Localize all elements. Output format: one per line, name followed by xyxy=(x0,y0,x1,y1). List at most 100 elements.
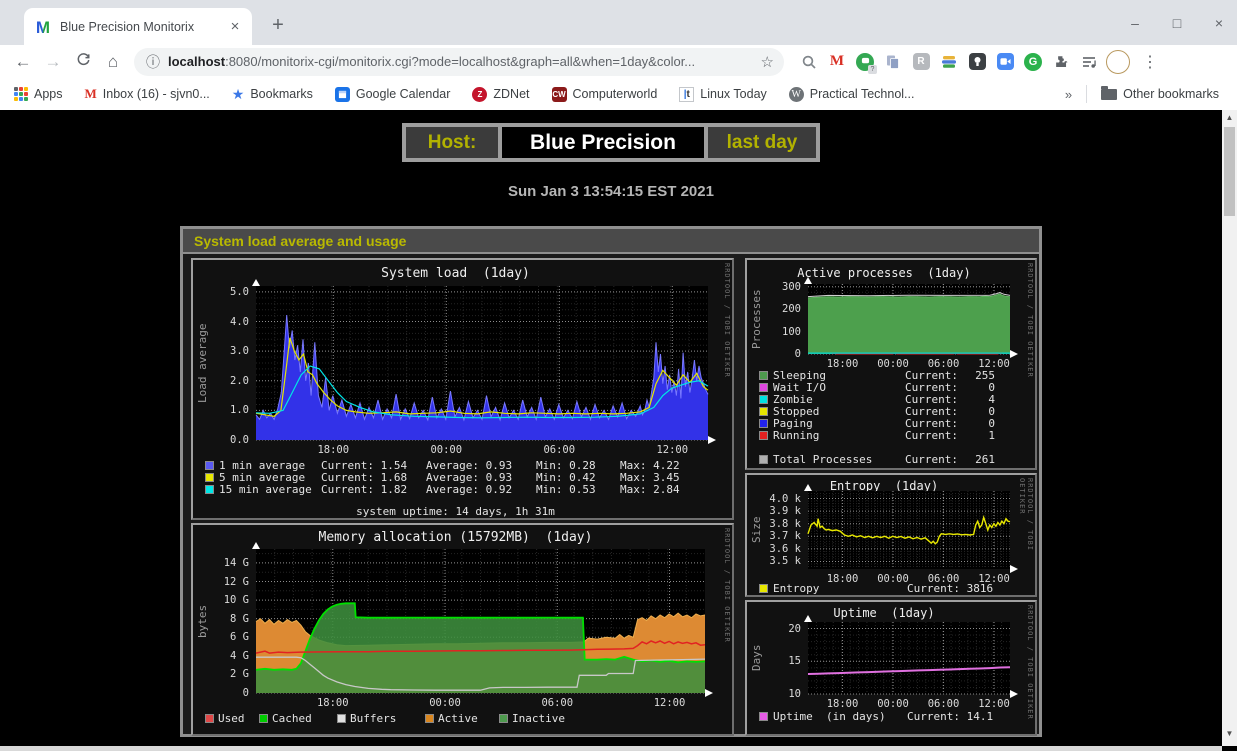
rrdtool-watermark: RRDTOOL / TOBI OETIKER xyxy=(723,263,731,515)
x-tick-label: 06:00 xyxy=(921,698,967,710)
legend-total-value: 261 xyxy=(965,453,995,466)
y-tick-label: 0 xyxy=(747,348,801,360)
x-tick-label: 00:00 xyxy=(870,698,916,710)
processes-plot xyxy=(808,284,1010,354)
reload-button[interactable] xyxy=(68,52,98,72)
time-range-label: last day xyxy=(706,125,818,160)
memory-allocation-graph-panel[interactable]: RRDTOOL / TOBI OETIKERMemory allocation … xyxy=(191,523,734,736)
bookmark-practical-technology[interactable]: W Practical Technol... xyxy=(789,87,915,102)
pocket-lamp-extension-icon[interactable] xyxy=(966,51,988,73)
zdnet-icon: Z xyxy=(472,87,487,102)
scrollbar-down-icon[interactable]: ▼ xyxy=(1222,726,1237,741)
y-tick-label: 6 G xyxy=(193,631,249,643)
y-axis-label: Processes xyxy=(750,284,763,354)
legend-stat: Max: 2.84 xyxy=(620,483,680,496)
legend-series-label: Entropy xyxy=(773,582,819,595)
next-section-edge xyxy=(0,746,1222,751)
search-extension-icon[interactable] xyxy=(798,51,820,73)
rrdtool-watermark: RRDTOOL / TOBI OETIKER xyxy=(723,528,731,731)
gmail-icon: M xyxy=(85,86,97,102)
page-scrollbar[interactable]: ▲ ▼ xyxy=(1222,110,1237,746)
grammarly-extension-icon[interactable]: G xyxy=(1022,51,1044,73)
legend-swatch xyxy=(759,395,768,404)
r-extension-icon[interactable]: R xyxy=(910,51,932,73)
bookmark-bookmarks[interactable]: ★ Bookmarks xyxy=(232,86,313,103)
bookmark-google-calendar[interactable]: Google Calendar xyxy=(335,87,451,102)
close-icon[interactable]: × xyxy=(1211,15,1227,31)
y-tick-label: 14 G xyxy=(193,557,249,569)
gmail-extension-icon[interactable]: M xyxy=(826,51,848,73)
x-tick-label: 00:00 xyxy=(422,697,468,709)
home-button[interactable]: ⌂ xyxy=(98,52,128,72)
y-tick-label: 4 G xyxy=(193,650,249,662)
google-voice-extension-icon[interactable]: ? xyxy=(854,51,876,73)
library-books-extension-icon[interactable] xyxy=(938,51,960,73)
bookmarks-overflow-chevron[interactable]: » xyxy=(1065,87,1072,102)
copy-pages-extension-icon[interactable] xyxy=(882,51,904,73)
legend-series-label: Cached xyxy=(272,712,312,725)
legend-series-label: Used xyxy=(218,712,245,725)
back-button[interactable]: ← xyxy=(8,52,38,72)
legend-swatch xyxy=(337,714,346,723)
page-info-icon[interactable]: ⓘ xyxy=(146,52,160,72)
uptime-graph-panel[interactable]: RRDTOOL / TOBI OETIKERUptime (1day)Days1… xyxy=(745,600,1037,736)
other-bookmarks-button[interactable]: Other bookmarks xyxy=(1101,87,1219,101)
legend-swatch xyxy=(759,431,768,440)
tab-close-icon[interactable]: × xyxy=(226,18,244,35)
y-tick-label: 10 xyxy=(747,688,801,700)
profile-avatar[interactable] xyxy=(1106,50,1130,74)
legend-stat: Average: 0.92 xyxy=(426,483,512,496)
legend-swatch xyxy=(759,383,768,392)
reload-icon xyxy=(76,52,91,67)
legend-swatch xyxy=(425,714,434,723)
monitorix-favicon: M xyxy=(34,18,52,36)
legend-swatch xyxy=(259,714,268,723)
section-title: System load average and usage xyxy=(183,229,1039,254)
bookmark-apps[interactable]: Apps xyxy=(14,87,63,101)
bookmark-star-icon[interactable]: ☆ xyxy=(761,53,774,71)
minimize-icon[interactable]: – xyxy=(1127,15,1143,31)
new-tab-button[interactable]: + xyxy=(264,12,292,40)
entropy-graph-panel[interactable]: RRDTOOL / TOBI OETIKEREntropy (1day)Size… xyxy=(745,473,1037,597)
browser-menu-icon[interactable]: ⋮ xyxy=(1140,52,1160,72)
linuxtoday-icon: |t xyxy=(679,87,694,102)
bookmark-linux-today[interactable]: |t Linux Today xyxy=(679,87,767,102)
extensions-puzzle-icon[interactable] xyxy=(1050,51,1072,73)
legend-series-label: Inactive xyxy=(512,712,565,725)
active-processes-graph-panel[interactable]: RRDTOOL / TOBI OETIKERActive processes (… xyxy=(745,258,1037,470)
y-tick-label: 2 G xyxy=(193,668,249,680)
maximize-icon[interactable]: □ xyxy=(1169,15,1185,31)
report-datetime: Sun Jan 3 13:54:15 EST 2021 xyxy=(0,183,1222,200)
system-load-graph-panel[interactable]: RRDTOOL / TOBI OETIKERSystem load (1day)… xyxy=(191,258,734,520)
url-bar[interactable]: ⓘ localhost:8080/monitorix-cgi/monitorix… xyxy=(134,48,784,76)
calendar-icon xyxy=(335,87,350,102)
x-tick-label: 06:00 xyxy=(536,444,582,456)
forward-button[interactable]: → xyxy=(38,52,68,72)
apps-grid-icon xyxy=(14,87,28,101)
window-controls: – □ × xyxy=(1127,0,1227,45)
scrollbar-up-icon[interactable]: ▲ xyxy=(1222,110,1237,125)
entropy-plot xyxy=(808,491,1010,569)
host-name: Blue Precision xyxy=(500,125,706,160)
bookmark-zdnet[interactable]: Z ZDNet xyxy=(472,87,529,102)
host-header: Host: Blue Precision last day xyxy=(402,123,820,162)
bookmarks-bar: Apps M Inbox (16) - sjvn0... ★ Bookmarks… xyxy=(0,78,1237,110)
y-tick-label: 15 xyxy=(747,655,801,667)
legend-swatch xyxy=(759,455,768,464)
y-tick-label: 0 xyxy=(193,687,249,699)
legend-series-label: Buffers xyxy=(350,712,396,725)
media-queue-extension-icon[interactable] xyxy=(1078,51,1100,73)
y-tick-label: 4.0 xyxy=(193,316,249,328)
bookmark-computerworld[interactable]: CW Computerworld xyxy=(552,87,658,102)
y-tick-label: 4.0 k xyxy=(747,493,801,505)
video-meet-extension-icon[interactable] xyxy=(994,51,1016,73)
titlebar: M Blue Precision Monitorix × + – □ × xyxy=(0,0,1237,45)
bookmark-inbox[interactable]: M Inbox (16) - sjvn0... xyxy=(85,86,210,102)
tab-blue-precision-monitorix[interactable]: M Blue Precision Monitorix × xyxy=(24,8,252,45)
legend-swatch xyxy=(759,407,768,416)
legend-series-label: 15 min average xyxy=(219,483,312,496)
legend-swatch xyxy=(205,485,214,494)
url-text[interactable]: localhost:8080/monitorix-cgi/monitorix.c… xyxy=(168,54,761,69)
scrollbar-thumb[interactable] xyxy=(1224,127,1235,216)
x-tick-label: 18:00 xyxy=(310,444,356,456)
